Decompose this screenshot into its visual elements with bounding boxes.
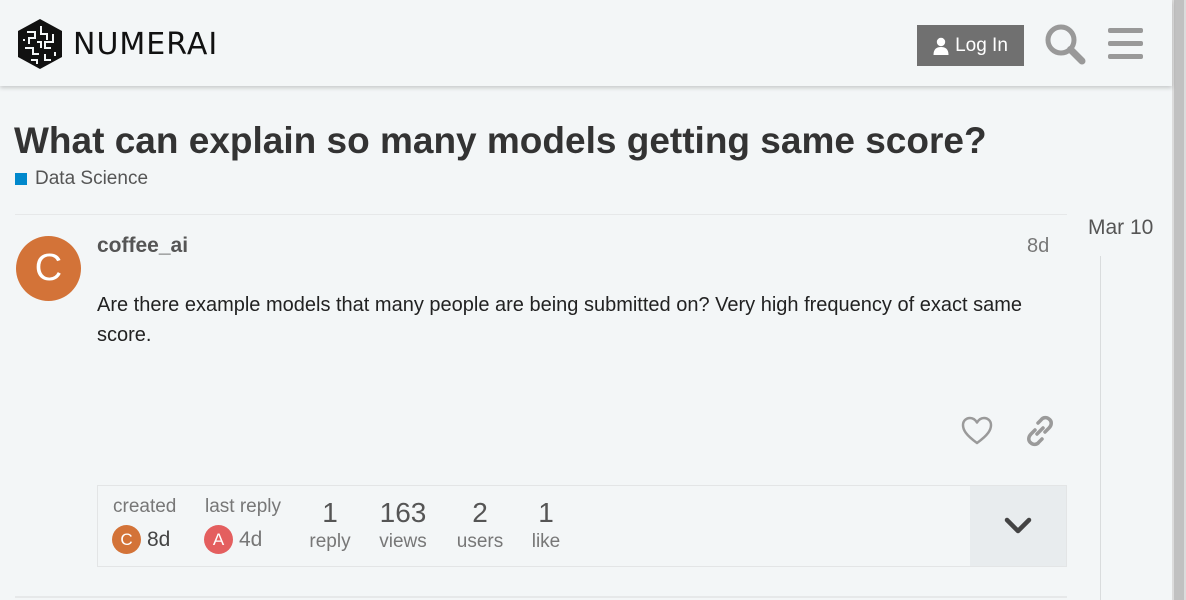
expand-summary-button[interactable]	[970, 486, 1066, 566]
heart-icon[interactable]	[960, 414, 994, 448]
brand-name: NUMERAI	[73, 26, 219, 62]
created-avatar[interactable]: C	[112, 525, 141, 554]
stat-label: users	[456, 531, 504, 552]
created-time[interactable]: 8d	[147, 528, 170, 552]
post-divider-bottom	[15, 596, 1067, 598]
numerai-logo-icon	[18, 19, 62, 69]
post-body: Are there example models that many peopl…	[97, 294, 1022, 346]
topic-title[interactable]: What can explain so many models getting …	[14, 120, 987, 162]
last-reply-label: last reply	[205, 496, 282, 517]
link-icon[interactable]	[1023, 414, 1057, 448]
last-reply-time[interactable]: 4d	[239, 528, 262, 552]
login-button[interactable]: Log In	[917, 25, 1024, 66]
numerai-logo[interactable]: NUMERAI	[15, 18, 218, 70]
stat-users: 2 users	[452, 496, 508, 554]
user-icon	[933, 37, 949, 55]
login-label: Log In	[955, 34, 1008, 56]
stat-label: like	[531, 531, 561, 552]
stat-number: 2	[472, 497, 488, 528]
post-divider	[15, 214, 1067, 215]
stat-label: views	[379, 531, 427, 552]
category-label: Data Science	[35, 168, 149, 189]
category-color-square	[15, 173, 27, 185]
author-avatar[interactable]: C	[16, 236, 81, 301]
hamburger-icon[interactable]	[1104, 22, 1148, 66]
stat-number: 1	[538, 497, 554, 528]
timeline-start-date[interactable]: Mar 10	[1088, 216, 1153, 240]
stat-views: 163 views	[375, 496, 431, 554]
scrollbar-thumb[interactable]	[1174, 0, 1184, 600]
post-age[interactable]: 8d	[1027, 235, 1049, 258]
created-label: created	[113, 496, 177, 517]
stat-likes: 1 like	[526, 496, 566, 554]
stat-number: 163	[379, 497, 427, 528]
site-header: NUMERAI Log In	[0, 0, 1172, 86]
search-icon[interactable]	[1043, 22, 1087, 66]
topic-summary: created C 8d last reply A 4d 1 reply 163…	[97, 485, 1067, 567]
stat-label: reply	[309, 531, 351, 552]
timeline-track[interactable]	[1100, 256, 1101, 600]
author-username[interactable]: coffee_ai	[97, 234, 188, 258]
category-badge[interactable]: Data Science	[15, 168, 148, 190]
chevron-down-icon	[1004, 517, 1032, 534]
last-reply-avatar[interactable]: A	[204, 525, 233, 554]
stat-replies: 1 reply	[305, 496, 355, 554]
stat-number: 1	[322, 497, 338, 528]
